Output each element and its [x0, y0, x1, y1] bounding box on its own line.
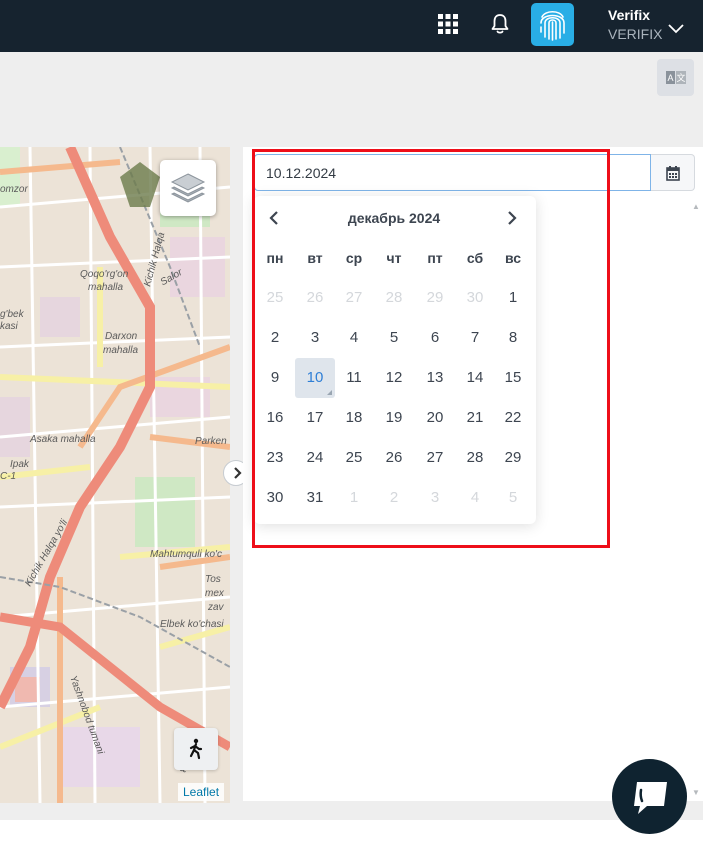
fingerprint-icon [540, 10, 565, 41]
pedestrian-icon [189, 738, 203, 760]
bell-icon[interactable] [488, 12, 512, 36]
svg-text:Tos: Tos [205, 574, 221, 585]
user-name[interactable]: Verifix [608, 7, 650, 23]
page-footer [0, 820, 703, 853]
svg-text:Mahtumquli ko'c: Mahtumquli ko'c [150, 549, 222, 560]
svg-text:Elbek ko'chasi: Elbek ko'chasi [160, 619, 224, 630]
chevron-down-icon[interactable] [667, 22, 685, 34]
svg-text:mahalla: mahalla [88, 282, 123, 293]
chat-icon [634, 782, 667, 814]
svg-text:mahalla: mahalla [103, 345, 138, 356]
svg-text:zav: zav [207, 602, 225, 613]
svg-text:Darxon: Darxon [105, 331, 138, 342]
svg-text:文: 文 [676, 72, 685, 83]
scroll-up-icon[interactable]: ▲ [692, 202, 700, 211]
svg-text:omzor: omzor [0, 184, 28, 195]
svg-text:Parken: Parken [195, 436, 227, 447]
top-navigation-bar: Verifix VERIFIX [0, 0, 703, 52]
svg-text:C-1: C-1 [0, 471, 16, 482]
fingerprint-button[interactable] [531, 3, 574, 46]
pedestrian-mode-button[interactable] [174, 728, 218, 770]
map-layers-button[interactable] [160, 160, 216, 216]
translate-button[interactable]: A 文 [657, 59, 694, 96]
chevron-right-icon [234, 467, 242, 479]
company-name[interactable]: VERIFIX [608, 26, 662, 42]
highlight-box [252, 149, 610, 548]
scroll-down-icon[interactable]: ▼ [692, 788, 700, 797]
svg-text:Qoqo'rg'on: Qoqo'rg'on [80, 269, 129, 280]
map-tiles: omzor Qoqo'rg'on mahalla g'bek kasi Darx… [0, 147, 230, 803]
svg-text:Ipak: Ipak [10, 459, 30, 470]
calendar-icon [666, 166, 680, 181]
apps-grid-icon[interactable] [438, 14, 458, 34]
svg-text:Asaka mahalla: Asaka mahalla [29, 434, 96, 445]
svg-text:g'bek: g'bek [0, 309, 25, 320]
layers-icon [170, 173, 206, 203]
map-view[interactable]: omzor Qoqo'rg'on mahalla g'bek kasi Darx… [0, 147, 230, 803]
translate-icon: A 文 [666, 71, 686, 84]
chat-button[interactable] [612, 759, 687, 834]
svg-text:kasi: kasi [0, 321, 19, 332]
calendar-button[interactable] [651, 154, 695, 191]
svg-text:mex: mex [205, 588, 225, 599]
page-toolbar [0, 52, 703, 147]
map-attribution-link[interactable]: Leaflet [178, 783, 225, 801]
svg-text:A: A [667, 73, 673, 83]
